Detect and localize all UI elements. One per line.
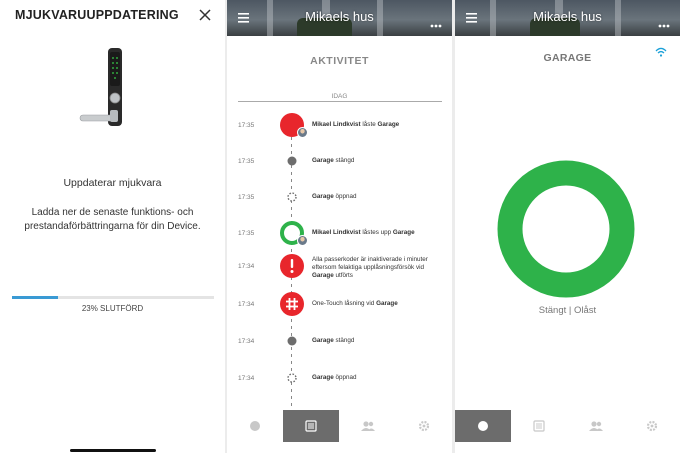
event-target: Garage	[312, 337, 334, 344]
more-dots-icon	[658, 24, 670, 28]
close-button[interactable]	[196, 6, 214, 24]
activity-list-icon	[305, 420, 317, 432]
activity-row[interactable]: 17:35 Mikael Lindkvist låste Garage	[227, 113, 452, 138]
progress-bar	[12, 296, 214, 299]
event-time: 17:34	[238, 375, 255, 382]
more-button[interactable]	[658, 15, 670, 28]
activity-row[interactable]: 17:35 Garage öppnad	[227, 189, 452, 209]
tab-bar	[227, 410, 452, 453]
event-message: Alla passerkoder är inaktiverade i minut…	[312, 256, 428, 271]
event-text: Garage stängd	[312, 337, 447, 345]
house-header: Mikaels hus	[227, 0, 452, 36]
event-text: Garage öppnad	[312, 193, 447, 201]
event-text: Garage stängd	[312, 157, 447, 165]
door-open-icon	[287, 373, 297, 383]
event-suffix: stängd	[333, 337, 355, 344]
more-dots-icon	[430, 24, 442, 28]
tab-activity[interactable]	[283, 410, 339, 442]
event-time: 17:34	[238, 338, 255, 345]
door-closed-icon	[287, 156, 297, 166]
event-time: 17:35	[238, 158, 255, 165]
event-suffix: utförts	[333, 272, 353, 279]
activity-row[interactable]: 17:34 One-Touch låsning vid Garage	[227, 292, 452, 316]
event-time: 17:35	[238, 230, 255, 237]
lock-status-button[interactable]	[497, 160, 635, 298]
event-text: One-Touch låsning vid Garage	[312, 300, 447, 308]
device-screen: Mikaels hus GARAGE Stängt | Olåst	[455, 0, 680, 453]
settings-gear-icon	[646, 420, 658, 432]
lock-circle-icon	[250, 421, 260, 431]
update-description: Ladda ner de senaste funktions- och pres…	[24, 207, 201, 232]
progress-bar-fill	[12, 296, 59, 299]
tab-settings[interactable]	[396, 410, 452, 442]
event-message: One-Touch låsning vid	[312, 300, 377, 307]
door-lock-image	[79, 48, 122, 126]
event-suffix: stängd	[333, 157, 355, 164]
activity-row[interactable]: 17:35 Mikael Lindkvist låstes upp Garage	[227, 221, 452, 246]
event-time: 17:35	[238, 122, 255, 129]
wifi-icon	[655, 47, 667, 57]
close-icon	[199, 9, 211, 21]
activity-row[interactable]: 17:34 Garage stängd	[227, 333, 452, 353]
event-action: låstes upp	[360, 229, 393, 236]
event-target: Garage	[312, 193, 334, 200]
tab-activity[interactable]	[511, 410, 567, 442]
event-text: Mikael Lindkvist låstes upp Garage	[312, 229, 447, 237]
one-touch-icon	[280, 292, 304, 316]
lock-circle-icon	[478, 421, 488, 431]
more-button[interactable]	[430, 15, 442, 28]
activity-row[interactable]: 17:34 Garage öppnad	[227, 370, 452, 390]
event-time: 17:34	[238, 263, 255, 270]
event-target: Garage	[392, 229, 415, 236]
activity-list-icon	[533, 420, 545, 432]
event-target: Garage	[312, 374, 334, 381]
tab-users[interactable]	[568, 410, 624, 442]
firmware-update-screen: MJUKVARUUPPDATERING Uppdaterar mjukvara …	[0, 0, 225, 453]
updating-label: Uppdaterar mjukvara	[63, 177, 162, 189]
tab-users[interactable]	[340, 410, 396, 442]
users-icon	[361, 421, 375, 431]
activity-row[interactable]: 17:35 Garage stängd	[227, 153, 452, 173]
activity-screen: Mikaels hus AKTIVITET IDAG 17:35 Mikael L…	[227, 0, 452, 453]
event-time: 17:35	[238, 194, 255, 201]
event-actor: Mikael Lindkvist	[312, 121, 361, 128]
event-text: Mikael Lindkvist låste Garage	[312, 121, 447, 129]
users-icon	[589, 421, 603, 431]
home-title: Mikaels hus	[305, 9, 374, 24]
event-target: Garage	[377, 121, 400, 128]
home-title: Mikaels hus	[533, 9, 602, 24]
alert-icon	[280, 254, 304, 278]
page-title: MJUKVARUUPPDATERING	[15, 8, 179, 22]
door-closed-icon	[287, 336, 297, 346]
event-action: låste	[360, 121, 378, 128]
section-title: AKTIVITET	[310, 55, 369, 67]
settings-gear-icon	[418, 420, 430, 432]
house-header: Mikaels hus	[455, 0, 680, 36]
door-open-icon	[287, 192, 297, 202]
avatar	[297, 235, 308, 246]
event-target: Garage	[312, 272, 334, 279]
event-suffix: öppnad	[333, 193, 357, 200]
event-target: Garage	[312, 157, 334, 164]
day-divider	[238, 101, 442, 102]
screenshot-collage: MJUKVARUUPPDATERING Uppdaterar mjukvara …	[0, 0, 680, 453]
avatar	[297, 127, 308, 138]
day-label: IDAG	[331, 93, 348, 100]
lock-status-text: Stängt | Olåst	[538, 305, 597, 316]
device-title: GARAGE	[543, 52, 592, 64]
home-indicator	[70, 449, 156, 452]
activity-row[interactable]: 17:34 Alla passerkoder är inaktiverade i …	[227, 254, 452, 280]
event-time: 17:34	[238, 301, 255, 308]
tab-lock[interactable]	[455, 410, 511, 442]
tab-bar	[455, 410, 680, 453]
tab-settings[interactable]	[624, 410, 680, 442]
tab-lock[interactable]	[227, 410, 283, 442]
event-text: Alla passerkoder är inaktiverade i minut…	[312, 256, 447, 280]
event-actor: Mikael Lindkvist	[312, 229, 361, 236]
event-suffix: öppnad	[333, 374, 357, 381]
event-target: Garage	[376, 300, 398, 307]
event-text: Garage öppnad	[312, 374, 447, 382]
progress-text: 23% SLUTFÖRD	[81, 304, 144, 313]
